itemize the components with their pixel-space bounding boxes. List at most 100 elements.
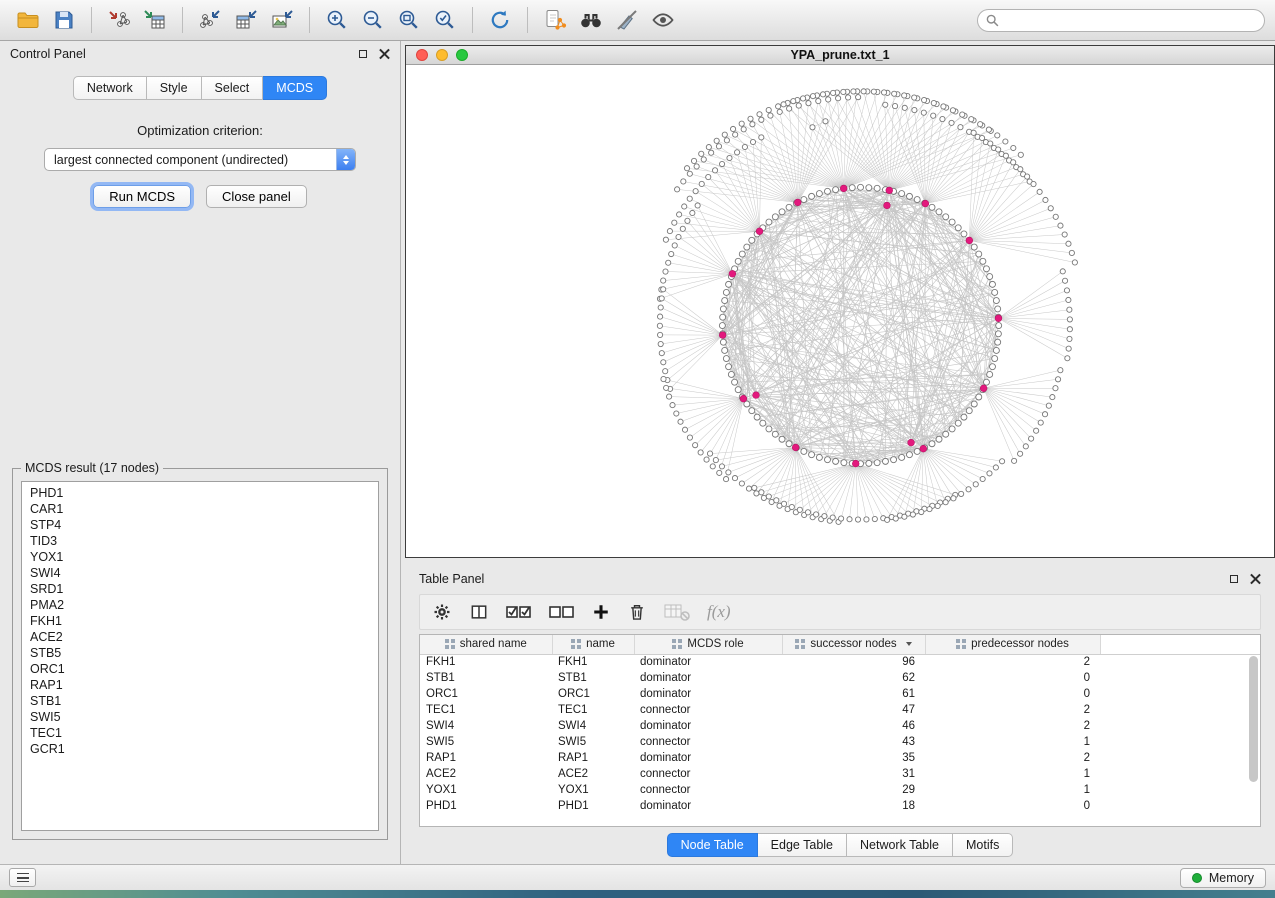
window-close-button[interactable] [416,49,428,61]
column-header-successor-nodes[interactable]: successor nodes [782,635,925,654]
zoom-in-icon [325,8,349,32]
deselect-all-button[interactable] [549,601,575,623]
column-header-name[interactable]: name [552,635,634,654]
table-row[interactable]: YOX1YOX1connector291 [420,782,1260,798]
run-mcds-button[interactable]: Run MCDS [93,185,191,208]
column-header-filler [1100,635,1260,654]
table-scrollbar-thumb[interactable] [1249,656,1258,782]
show-graphics-button[interactable] [645,5,681,36]
table-row[interactable]: ACE2ACE2connector311 [420,766,1260,782]
table-row[interactable]: PHD1PHD1dominator180 [420,798,1260,814]
delete-table-button-disabled[interactable] [664,601,690,623]
table-row[interactable]: SWI4SWI4dominator462 [420,718,1260,734]
columns-icon [469,602,489,622]
chevron-up-icon [343,155,349,159]
network-window-titlebar: YPA_prune.txt_1 [406,46,1274,65]
search-input[interactable] [977,9,1265,32]
zoom-in-button[interactable] [319,5,355,36]
mcds-result-item[interactable]: PHD1 [22,485,378,501]
export-network-button[interactable] [192,5,228,36]
table-cell: ORC1 [552,686,634,702]
find-button[interactable] [573,5,609,36]
network-graph[interactable] [406,65,1274,557]
mcds-result-item[interactable]: SWI4 [22,565,378,581]
copy-network-button[interactable] [537,5,573,36]
status-menu-button[interactable] [9,868,36,887]
table-row[interactable]: SWI5SWI5connector431 [420,734,1260,750]
tab-motifs[interactable]: Motifs [953,833,1013,857]
table-cell: dominator [634,718,782,734]
import-table-button[interactable] [137,5,173,36]
tab-mcds[interactable]: MCDS [263,76,327,100]
table-row[interactable]: RAP1RAP1dominator352 [420,750,1260,766]
select-all-button[interactable] [506,601,532,623]
sort-chevron-icon [906,642,912,646]
tab-network-table[interactable]: Network Table [847,833,953,857]
float-table-panel-button[interactable] [1230,575,1238,583]
table-scrollbar[interactable] [1249,656,1258,822]
document-share-icon [543,8,567,32]
table-cell: 1 [925,766,1100,782]
mcds-result-item[interactable]: STP4 [22,517,378,533]
export-image-button[interactable] [264,5,300,36]
hamburger-icon [17,873,29,882]
mcds-result-item[interactable]: STB5 [22,645,378,661]
mcds-result-item[interactable]: STB1 [22,693,378,709]
close-table-panel-button[interactable] [1250,574,1261,585]
refresh-button[interactable] [482,5,518,36]
tab-edge-table[interactable]: Edge Table [758,833,847,857]
criterion-select[interactable]: largest connected component (undirected) [44,148,356,171]
table-row[interactable]: TEC1TEC1connector472 [420,702,1260,718]
mcds-result-item[interactable]: TEC1 [22,725,378,741]
export-table-button[interactable] [228,5,264,36]
table-row[interactable]: STB1STB1dominator620 [420,670,1260,686]
close-panel-button[interactable] [379,49,390,60]
column-header-mcds-role[interactable]: MCDS role [634,635,782,654]
window-minimize-button[interactable] [436,49,448,61]
close-panel-action-button[interactable]: Close panel [206,185,307,208]
mcds-result-item[interactable]: SRD1 [22,581,378,597]
zoom-selected-button[interactable] [427,5,463,36]
save-button[interactable] [46,5,82,36]
delete-column-button[interactable] [627,601,647,623]
tab-style[interactable]: Style [147,76,202,100]
export-network-icon [198,8,222,32]
column-header-shared-name[interactable]: shared name [420,635,552,654]
refresh-icon [488,8,512,32]
mcds-result-item[interactable]: CAR1 [22,501,378,517]
mcds-result-item[interactable]: PMA2 [22,597,378,613]
table-cell: 29 [782,782,925,798]
zoom-out-button[interactable] [355,5,391,36]
mcds-result-item[interactable]: ACE2 [22,629,378,645]
mcds-result-item[interactable]: SWI5 [22,709,378,725]
mcds-result-item[interactable]: YOX1 [22,549,378,565]
tab-network[interactable]: Network [73,76,147,100]
mcds-result-item[interactable]: ORC1 [22,661,378,677]
table-cell: STB1 [420,670,552,686]
table-row[interactable]: FKH1FKH1dominator962 [420,654,1260,670]
float-panel-button[interactable] [359,50,367,58]
table-cell: SWI5 [552,734,634,750]
mcds-result-item[interactable]: RAP1 [22,677,378,693]
mcds-result-list[interactable]: PHD1CAR1STP4TID3YOX1SWI4SRD1PMA2FKH1ACE2… [21,481,379,831]
show-columns-button[interactable] [469,601,489,623]
style-button[interactable] [609,5,645,36]
table-settings-button[interactable] [432,601,452,623]
mcds-result-item[interactable]: FKH1 [22,613,378,629]
tab-node-table[interactable]: Node Table [667,833,758,857]
zoom-out-icon [361,8,385,32]
table-row[interactable]: ORC1ORC1dominator610 [420,686,1260,702]
mcds-result-item[interactable]: GCR1 [22,741,378,757]
column-header-predecessor-nodes[interactable]: predecessor nodes [925,635,1100,654]
function-builder-button[interactable]: f(x) [707,601,731,623]
memory-button[interactable]: Memory [1180,868,1266,888]
zoom-fit-button[interactable] [391,5,427,36]
window-zoom-button[interactable] [456,49,468,61]
tab-select[interactable]: Select [202,76,264,100]
mcds-result-item[interactable]: TID3 [22,533,378,549]
eye-icon [651,8,675,32]
add-column-button[interactable] [592,601,610,623]
network-canvas[interactable] [406,65,1274,557]
open-file-button[interactable] [10,5,46,36]
import-network-button[interactable] [101,5,137,36]
